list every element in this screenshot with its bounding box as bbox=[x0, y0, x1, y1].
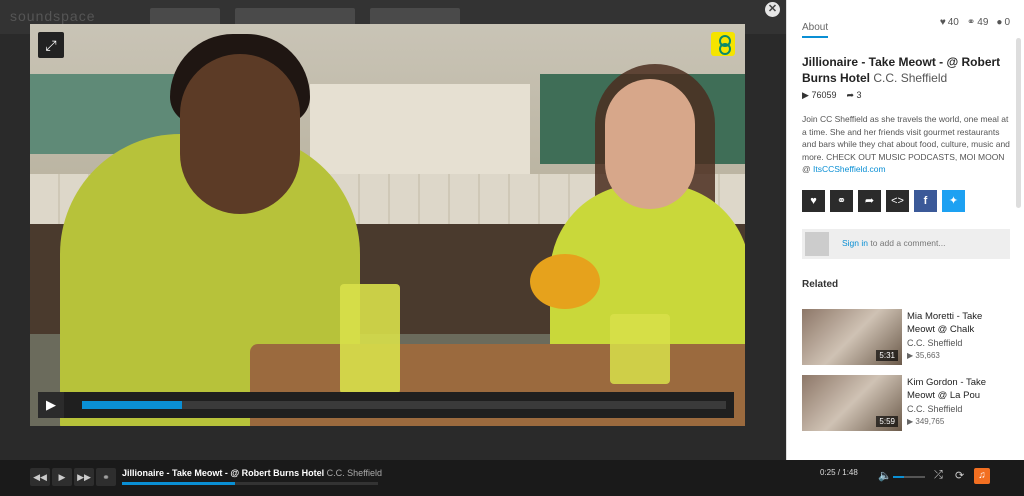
play-button[interactable]: ▶ bbox=[38, 392, 64, 418]
play-count-icon: ▶ bbox=[907, 417, 914, 426]
soundcloud-button[interactable]: ♫ bbox=[974, 468, 990, 484]
heart-icon: ♥ bbox=[939, 17, 946, 28]
shuffle-icon[interactable]: ⤮ bbox=[934, 469, 943, 482]
repeat-icon[interactable]: ⟳ bbox=[955, 469, 964, 482]
bottom-progress-bar[interactable] bbox=[122, 482, 378, 485]
now-playing-title[interactable]: Jillionaire - Take Meowt - @ Robert Burn… bbox=[122, 468, 382, 478]
comment-box[interactable]: Sign in to add a comment... bbox=[802, 229, 1010, 259]
twitter-button[interactable]: ✦ bbox=[942, 190, 965, 212]
likes-stat: ♥ 40 bbox=[940, 17, 959, 28]
info-panel: About ♥ 40 ⚭ 49 ● 0 Jillionaire - Take Meow… bbox=[786, 0, 1024, 460]
heart-icon: ♥ bbox=[810, 195, 817, 207]
seek-progress bbox=[82, 401, 183, 409]
related-views-count: 35,663 bbox=[915, 351, 940, 360]
tab-about[interactable]: About bbox=[802, 22, 829, 38]
description-link[interactable]: ItsCCSheffield.com bbox=[813, 164, 886, 174]
brand-logo-icon bbox=[711, 32, 735, 56]
comment-prompt: Sign in to add a comment... bbox=[842, 238, 945, 248]
related-thumbnail[interactable]: 5:31 bbox=[802, 309, 902, 365]
comment-prompt-text: to add a comment... bbox=[868, 238, 946, 248]
now-playing-track: Jillionaire - Take Meowt - @ Robert Burn… bbox=[122, 468, 325, 478]
playback-time: 0:25 / 1:48 bbox=[820, 468, 858, 477]
like-button[interactable]: ♥ bbox=[802, 190, 825, 212]
repost-icon: ⚭ bbox=[966, 17, 976, 28]
play-count-icon: ▶ bbox=[802, 90, 809, 100]
related-item[interactable]: 5:31 Mia Moretti - Take Meowt @ Chalk C.… bbox=[802, 309, 1012, 365]
play-icon: ▶ bbox=[58, 472, 66, 482]
volume-level bbox=[893, 476, 905, 478]
fullscreen-button[interactable]: ⤢ bbox=[38, 32, 64, 58]
reposts-count: 49 bbox=[977, 17, 989, 28]
related-heading: Related bbox=[802, 279, 839, 290]
volume-icon[interactable]: 🔈 bbox=[878, 469, 892, 482]
soundcloud-icon: ♫ bbox=[978, 470, 986, 481]
panel-scrollbar[interactable] bbox=[1016, 38, 1021, 208]
panel-tabs: About ♥ 40 ⚭ 49 ● 0 bbox=[802, 17, 1010, 38]
video-frame bbox=[30, 24, 745, 426]
related-duration: 5:59 bbox=[876, 416, 898, 427]
now-playing-owner: C.C. Sheffield bbox=[326, 468, 383, 478]
facebook-button[interactable]: f bbox=[914, 190, 937, 212]
video-player[interactable]: ⤢ ▶ bbox=[30, 24, 745, 426]
facebook-icon: f bbox=[923, 195, 928, 207]
repost-icon: ⚭ bbox=[836, 195, 847, 207]
sign-in-link[interactable]: Sign in bbox=[842, 238, 868, 248]
bottom-progress-fill bbox=[122, 482, 235, 485]
share-count: 3 bbox=[856, 90, 862, 100]
next-button[interactable]: ▶▶ bbox=[74, 468, 94, 486]
player-controls: ▶ bbox=[38, 392, 734, 418]
repost-button[interactable]: ⚭ bbox=[830, 190, 853, 212]
bottom-play-button[interactable]: ▶ bbox=[52, 468, 72, 486]
related-title[interactable]: Mia Moretti - Take Meowt @ Chalk bbox=[907, 310, 1012, 336]
related-owner[interactable]: C.C. Sheffield bbox=[907, 338, 962, 348]
volume-slider[interactable] bbox=[893, 476, 925, 478]
comment-icon: ● bbox=[996, 17, 1003, 28]
track-meta: ▶ 76059 ➦ 3 bbox=[802, 90, 862, 101]
related-title[interactable]: Kim Gordon - Take Meowt @ La Pou bbox=[907, 376, 1012, 402]
bottom-player-bar: ◀◀ ▶ ▶▶ ⚭ Jillionaire - Take Meowt - @ R… bbox=[0, 460, 1024, 496]
close-button[interactable]: ✕ bbox=[765, 2, 780, 17]
comments-stat: ● 0 bbox=[996, 17, 1010, 28]
share-icon: ➦ bbox=[864, 195, 875, 207]
reposts-stat: ⚭ 49 bbox=[967, 17, 989, 28]
fast-forward-icon: ▶▶ bbox=[77, 472, 91, 482]
seek-bar[interactable] bbox=[82, 401, 726, 409]
track-description: Join CC Sheffield as she travels the wor… bbox=[802, 113, 1012, 176]
track-owner[interactable]: C.C. Sheffield bbox=[873, 71, 947, 85]
repost-icon: ⚭ bbox=[102, 472, 110, 482]
related-owner[interactable]: C.C. Sheffield bbox=[907, 404, 962, 414]
share-icon: ➦ bbox=[846, 90, 855, 100]
likes-count: 40 bbox=[947, 17, 959, 28]
background-logo: soundspace bbox=[10, 8, 96, 24]
rewind-icon: ◀◀ bbox=[33, 472, 47, 482]
avatar bbox=[805, 232, 829, 256]
related-duration: 5:31 bbox=[876, 350, 898, 361]
related-views-count: 349,765 bbox=[915, 417, 945, 426]
play-icon: ▶ bbox=[46, 397, 56, 412]
related-thumbnail[interactable]: 5:59 bbox=[802, 375, 902, 431]
bottom-repost-button[interactable]: ⚭ bbox=[96, 468, 116, 486]
play-count: 76059 bbox=[811, 90, 837, 100]
twitter-icon: ✦ bbox=[948, 195, 959, 207]
share-button[interactable]: ➦ bbox=[858, 190, 881, 212]
code-icon: <> bbox=[891, 195, 904, 207]
action-buttons: ♥ ⚭ ➦ <> f ✦ bbox=[802, 190, 965, 212]
expand-arrows-icon: ⤢ bbox=[45, 37, 57, 53]
related-views: ▶ 349,765 bbox=[907, 417, 944, 426]
stats: ♥ 40 ⚭ 49 ● 0 bbox=[940, 17, 1010, 28]
related-item[interactable]: 5:59 Kim Gordon - Take Meowt @ La Pou C.… bbox=[802, 375, 1012, 431]
close-icon: ✕ bbox=[767, 3, 778, 15]
related-views: ▶ 35,663 bbox=[907, 351, 940, 360]
track-title: Jillionaire - Take Meowt - @ Robert Burn… bbox=[802, 54, 1012, 86]
embed-button[interactable]: <> bbox=[886, 190, 909, 212]
play-count-icon: ▶ bbox=[907, 351, 914, 360]
previous-button[interactable]: ◀◀ bbox=[30, 468, 50, 486]
comments-count: 0 bbox=[1004, 17, 1010, 28]
